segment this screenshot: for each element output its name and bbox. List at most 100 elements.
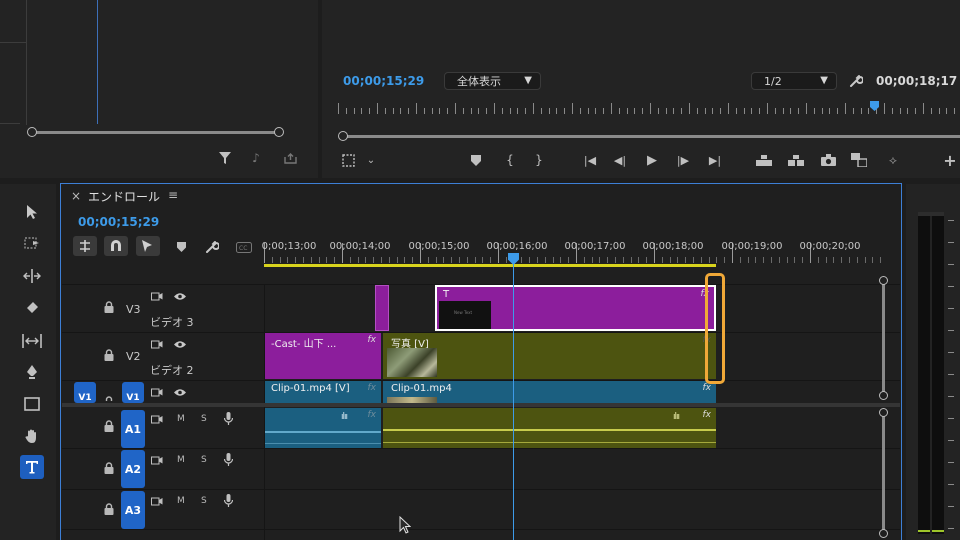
v2-cast-title-clip[interactable]: -Cast- 山下 ... fx [265,333,381,379]
go-to-in-icon[interactable]: |◀ [581,152,599,168]
ripple-edit-tool-icon[interactable] [20,264,44,288]
sync-lock-icon[interactable] [150,495,164,507]
video-tracks-scrollbar[interactable] [882,281,885,396]
timeline-panel-menu[interactable]: ≡ [168,188,178,202]
solo-button-a1[interactable]: S [201,414,207,424]
microphone-icon[interactable] [222,411,234,425]
add-button-icon[interactable]: + [942,151,958,170]
ruler-label-14: 00;00;14;00 [329,241,391,252]
scroll-handle-top[interactable] [879,276,888,285]
export-frame-icon[interactable] [282,150,298,166]
rectangle-tool-icon[interactable] [20,392,44,416]
snap-toggle[interactable] [104,236,128,256]
timeline-playhead-line[interactable] [513,262,514,540]
scroll-handle-bottom[interactable] [879,391,888,400]
source-zoom-scrollbar[interactable] [32,131,280,134]
microphone-icon[interactable] [222,493,234,507]
extract-icon[interactable] [786,152,806,168]
solo-button-a3[interactable]: S [201,496,207,506]
linked-selection-toggle[interactable] [136,236,160,256]
mute-button-a3[interactable]: M [177,496,185,506]
a1-audio-clip-a[interactable]: fx ılıı [265,408,381,448]
track-id-v2[interactable]: V2 [126,350,141,363]
tools-panel [0,184,56,540]
timeline-settings-wrench-icon[interactable] [204,239,220,255]
proxy-toggle-icon[interactable]: ⟡ [884,152,902,168]
a1-audio-clip-b[interactable]: fx ılıı [383,408,716,448]
track-select-tool-icon[interactable] [20,231,44,255]
work-area-bar[interactable] [264,264,716,267]
chevron-down-icon[interactable]: ⌄ [364,152,378,168]
track-name-v3[interactable]: ビデオ 3 [150,314,194,330]
source-zoom-handle-right[interactable] [274,127,284,137]
hand-tool-icon[interactable] [20,424,44,448]
sync-lock-icon[interactable] [150,338,164,350]
v3-small-title-clip[interactable] [375,285,389,331]
video-audio-divider[interactable] [62,403,900,407]
eye-icon[interactable] [173,386,187,398]
lock-icon[interactable] [104,301,114,313]
program-current-timecode[interactable]: 00;00;15;29 [343,74,424,88]
microphone-icon[interactable] [222,452,234,466]
scroll-handle-top[interactable] [879,408,888,417]
program-zoom-handle-left[interactable] [338,131,348,141]
sync-lock-icon[interactable] [150,413,164,425]
safe-margins-icon[interactable] [340,152,356,168]
track-target-a2[interactable]: A2 [121,450,145,488]
timeline-add-marker-icon[interactable] [173,239,189,255]
timeline-timecode[interactable]: 00;00;15;29 [78,215,159,229]
scroll-handle-bottom[interactable] [879,529,888,538]
v3-title-clip[interactable]: T fx New Text [435,285,716,331]
track-target-a1[interactable]: A1 [121,410,145,448]
sequence-tab-title[interactable]: エンドロール [88,188,160,205]
source-patch-v1[interactable]: V1 [74,382,96,403]
step-forward-icon[interactable]: |▶ [675,152,691,168]
razor-tool-icon[interactable] [20,296,44,320]
camera-icon[interactable] [820,152,836,168]
program-resolution-dropdown[interactable]: 1/2 ▼ [751,72,837,90]
lift-icon[interactable] [754,152,774,168]
captions-icon[interactable]: CC [235,239,253,255]
eye-icon[interactable] [173,338,187,350]
wrench-icon[interactable] [847,72,865,90]
v1-clip-a[interactable]: Clip-01.mp4 [V] fx [265,381,381,403]
pen-tool-icon[interactable] [20,360,44,384]
lock-icon[interactable] [104,396,114,404]
v1-clip-b[interactable]: Clip-01.mp4 fx [383,381,716,403]
mute-button-a2[interactable]: M [177,455,185,465]
lock-icon[interactable] [104,420,114,432]
track-target-a3[interactable]: A3 [121,491,145,529]
mute-button-a1[interactable]: M [177,414,185,424]
insert-nest-toggle[interactable] [73,236,97,256]
audio-tracks-scrollbar[interactable] [882,413,885,533]
add-marker-icon[interactable] [468,152,484,168]
program-zoom-scrollbar[interactable] [344,135,960,138]
track-id-v3[interactable]: V3 [126,303,141,316]
sync-lock-icon[interactable] [150,386,164,398]
type-tool-icon[interactable] [20,455,44,479]
sync-lock-icon[interactable] [150,454,164,466]
filter-icon[interactable] [217,150,233,166]
program-zoom-dropdown[interactable]: 全体表示 ▼ [444,72,541,90]
sync-lock-icon[interactable] [150,290,164,302]
v2-photo-clip[interactable]: 写真 [V] fx [383,333,716,379]
lock-icon[interactable] [104,349,114,361]
audio-only-icon[interactable]: ♪ [248,150,264,166]
compare-view-icon[interactable] [850,152,868,168]
go-to-out-icon[interactable]: ▶| [706,152,724,168]
step-back-icon[interactable]: ◀| [612,152,628,168]
play-icon[interactable]: ▶ [644,152,660,168]
eye-icon[interactable] [173,290,187,302]
mark-out-icon[interactable]: } [532,152,546,168]
source-zoom-handle-left[interactable] [27,127,37,137]
lock-icon[interactable] [104,462,114,474]
solo-button-a2[interactable]: S [201,455,207,465]
program-time-ruler[interactable] [336,100,960,116]
timeline-close-button[interactable]: × [71,189,81,203]
mark-in-icon[interactable]: { [503,152,517,168]
slip-tool-icon[interactable] [20,329,44,353]
lock-icon[interactable] [104,503,114,515]
track-name-v2[interactable]: ビデオ 2 [150,362,194,378]
track-target-v1[interactable]: V1 [122,382,144,403]
selection-tool-icon[interactable] [20,200,44,224]
